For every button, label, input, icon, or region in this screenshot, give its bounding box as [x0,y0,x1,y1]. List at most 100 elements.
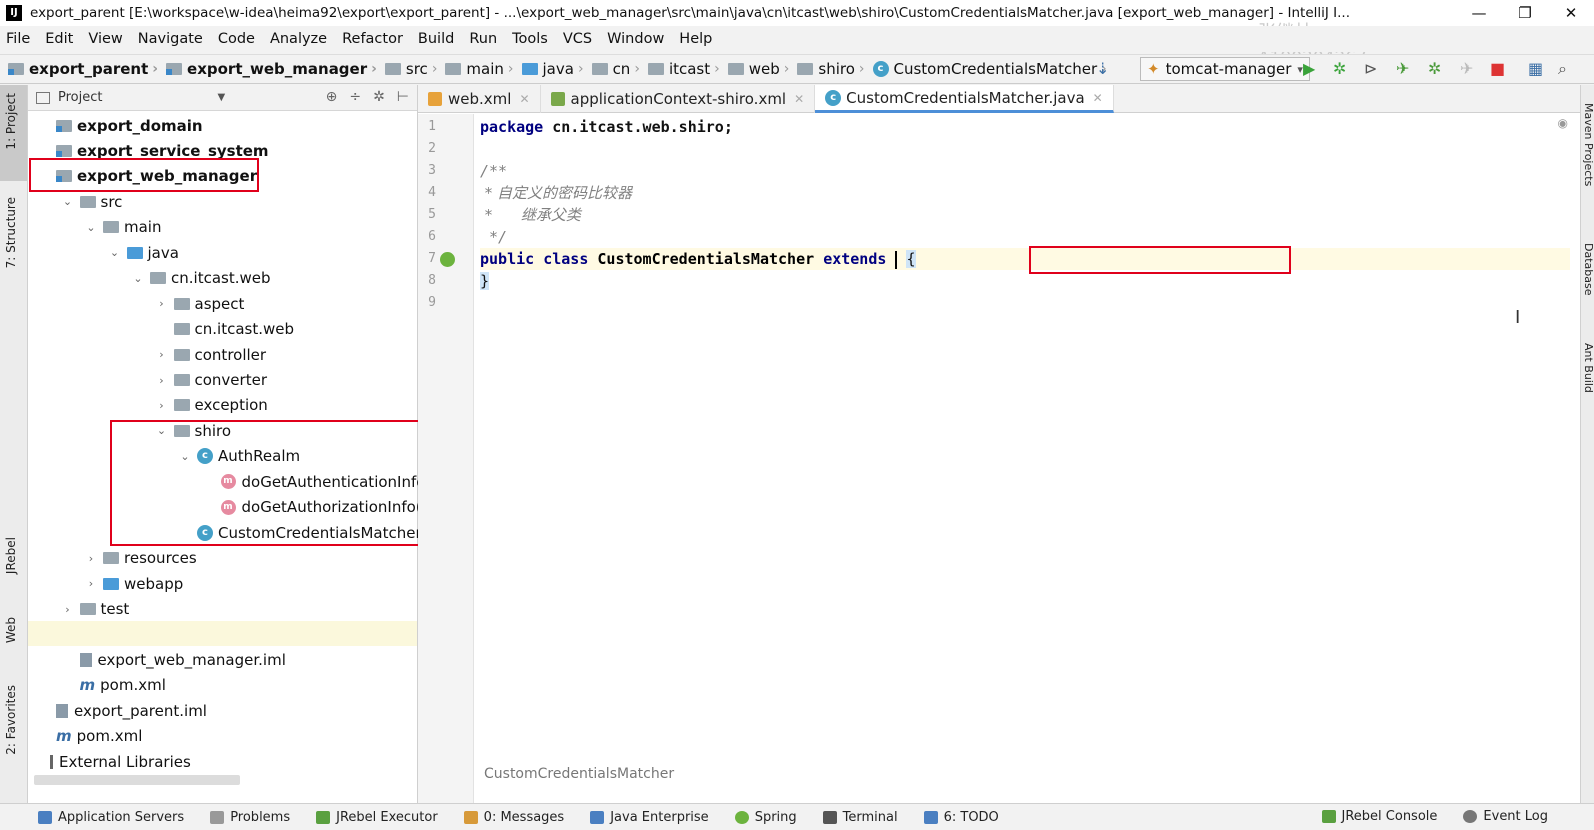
tool-problems[interactable]: Problems [210,810,290,825]
tree-item[interactable]: › controller [154,342,266,367]
project-view-label[interactable]: Project [58,90,102,105]
tree-item[interactable]: m pom.xml [60,673,166,698]
tree-item[interactable]: › aspect [154,291,244,316]
breadcrumb-custom-credentials-matcher[interactable]: c CustomCredentialsMatcher › [872,60,1111,78]
maximize-button[interactable]: ❐ [1502,0,1548,26]
tool-tab-maven-projects[interactable]: Maven Projects [1582,103,1594,186]
tool-jrebel-executor[interactable]: JRebel Executor [316,810,438,825]
chevron-right-icon[interactable]: › [154,374,170,387]
tool-tab-ant-build[interactable]: Ant Build [1582,343,1594,393]
breadcrumb-cn[interactable]: cn › [591,60,644,78]
editor-bottom-breadcrumb[interactable]: CustomCredentialsMatcher [484,766,674,782]
run-icon[interactable]: ▶ [1303,59,1315,78]
menu-window[interactable]: Window [607,31,664,47]
tool-tab-jrebel[interactable]: JRebel [4,537,18,574]
stop-icon[interactable]: ■ [1490,59,1505,78]
menu-help[interactable]: Help [679,31,712,47]
chevron-down-icon[interactable]: ⌄ [60,195,76,208]
locate-file-icon[interactable]: ⊕ [326,89,338,105]
project-structure-icon[interactable]: ▦ [1528,59,1543,78]
menu-edit[interactable]: Edit [45,31,73,47]
close-tab-icon[interactable]: ✕ [519,92,529,106]
menu-tools[interactable]: Tools [512,31,548,47]
search-icon[interactable]: ⌕ [1558,59,1567,79]
menu-build[interactable]: Build [418,31,454,47]
breadcrumb-shiro[interactable]: shiro › [797,60,868,78]
tool-jrebel-console[interactable]: JRebel Console [1321,809,1437,824]
chevron-right-icon[interactable]: › [154,297,170,310]
tool-tab-favorites[interactable]: 2: Favorites [4,685,18,755]
tool-tab-structure[interactable]: 7: Structure [4,197,18,268]
tree-item[interactable]: ⌄ java [107,240,179,265]
menu-run[interactable]: Run [469,31,497,47]
tool-todo[interactable]: 6: TODO [923,810,999,825]
tool-java-enterprise[interactable]: Java Enterprise [590,810,709,825]
breadcrumb-src[interactable]: src › [384,60,442,78]
chevron-right-icon[interactable]: › [60,603,76,616]
tree-item[interactable]: ⌄ main [83,215,161,240]
breadcrumb-export-parent[interactable]: export_parent › [8,60,162,78]
tab-custom-credentials-matcher-java[interactable]: c CustomCredentialsMatcher.java ✕ [815,85,1114,113]
run-configuration-select[interactable]: ✦ tomcat-manager ▾ [1140,57,1310,81]
tree-item[interactable]: › webapp [83,571,183,596]
tool-tab-project[interactable]: 1: Project [4,93,18,150]
tree-item[interactable]: m pom.xml [36,724,142,749]
tool-tab-web[interactable]: Web [4,617,18,643]
chevron-down-icon[interactable]: ▼ [217,92,225,103]
close-button[interactable]: ✕ [1548,0,1594,26]
tree-item[interactable]: export_parent.iml [36,698,207,723]
breadcrumb-web[interactable]: web › [727,60,794,78]
chevron-right-icon[interactable]: › [83,577,99,590]
tree-item[interactable]: ⌄ src [60,189,123,214]
minimize-button[interactable]: — [1456,0,1502,26]
jrebel-debug-icon[interactable]: ✲ [1428,59,1441,78]
menu-analyze[interactable]: Analyze [270,31,327,47]
chevron-right-icon[interactable]: › [83,552,99,565]
tool-spring[interactable]: Spring [734,810,797,825]
chevron-down-icon[interactable]: ⌄ [130,272,146,285]
close-tab-icon[interactable]: ✕ [794,92,804,106]
spring-bean-icon[interactable] [440,252,455,267]
breadcrumb-export-web-manager[interactable]: export_web_manager › [166,60,381,78]
collapse-all-icon[interactable]: ÷ [349,89,361,105]
menu-refactor[interactable]: Refactor [342,31,403,47]
tree-item[interactable]: ⌄ cn.itcast.web [130,266,270,291]
tool-terminal[interactable]: Terminal [822,810,898,825]
tree-item[interactable]: › test [60,597,129,622]
tree-item[interactable]: External Libraries [30,749,191,774]
tree-item[interactable]: export_domain [36,113,203,138]
menu-file[interactable]: File [6,31,30,47]
chevron-right-icon[interactable]: › [154,348,170,361]
chevron-down-icon[interactable]: ⌄ [83,221,99,234]
breadcrumb-java[interactable]: java › [521,60,588,78]
coverage-icon[interactable]: ⊳ [1364,59,1377,78]
tree-item[interactable]: cn.itcast.web [154,317,294,342]
menu-vcs[interactable]: VCS [563,31,592,47]
menu-view[interactable]: View [88,31,122,47]
jrebel-disabled-icon[interactable]: ✈ [1460,59,1473,78]
eye-icon[interactable]: ◉ [1558,116,1568,130]
horizontal-scrollbar[interactable] [34,775,240,785]
tree-item[interactable]: › exception [154,393,268,418]
jrebel-run-icon[interactable]: ✈ [1396,59,1409,78]
tool-messages[interactable]: 0: Messages [463,810,564,825]
breadcrumb-itcast[interactable]: itcast › [647,60,724,78]
tool-tab-database[interactable]: Database [1582,243,1594,296]
tree-item[interactable]: › resources [83,546,197,571]
hide-panel-icon[interactable]: ⊢ [397,89,409,105]
chevron-down-icon[interactable]: ⌄ [107,246,123,259]
menu-code[interactable]: Code [218,31,255,47]
tool-application-servers[interactable]: Application Servers [38,810,184,825]
tab-application-context-shiro-xml[interactable]: applicationContext-shiro.xml ✕ [541,85,816,113]
menu-navigate[interactable]: Navigate [138,31,203,47]
tab-web-xml[interactable]: web.xml ✕ [418,85,541,113]
tool-event-log[interactable]: Event Log [1463,809,1548,824]
close-tab-icon[interactable]: ✕ [1093,91,1103,105]
sort-icon[interactable]: ⇣ [1096,59,1109,78]
debug-icon[interactable]: ✲ [1333,59,1346,78]
chevron-right-icon[interactable]: › [154,399,170,412]
tree-item[interactable]: export_web_manager.iml [60,647,286,672]
breadcrumb-main[interactable]: main › [445,60,517,78]
gear-icon[interactable]: ✲ [373,89,385,105]
tree-item[interactable]: › converter [154,368,267,393]
